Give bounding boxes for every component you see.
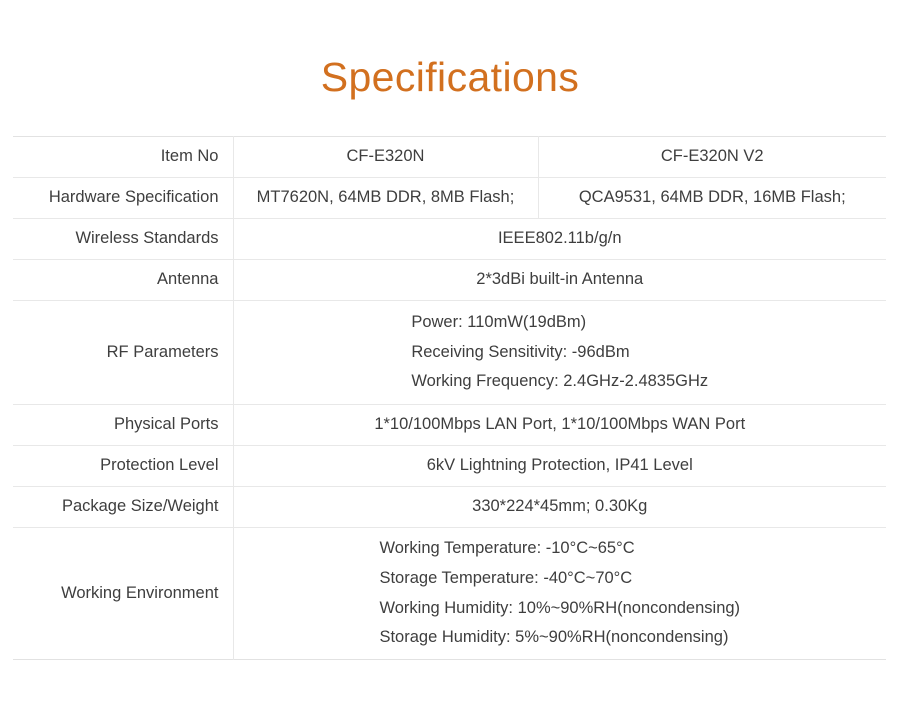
table-row: RF Parameters Power: 110mW(19dBm) Receiv… [13, 300, 886, 405]
row-label-working-environment: Working Environment [13, 527, 234, 660]
table-row: Hardware Specification MT7620N, 64MB DDR… [13, 177, 886, 219]
row-label-rf-parameters: RF Parameters [13, 300, 234, 405]
row-value-working-environment: Working Temperature: -10°C~65°C Storage … [233, 528, 886, 660]
row-label-wireless-standards: Wireless Standards [13, 218, 234, 260]
row-value-rf-parameters: Power: 110mW(19dBm) Receiving Sensitivit… [233, 300, 886, 405]
rf-parameters-line: Receiving Sensitivity: -96dBm [411, 342, 630, 361]
row-value-item-no-v1: CF-E320N [233, 136, 539, 178]
specifications-table-body: Item No CF-E320N CF-E320N V2 Hardware Sp… [13, 136, 886, 660]
table-row: Package Size/Weight 330*224*45mm; 0.30Kg [13, 486, 886, 528]
row-value-hardware-specification-v1: MT7620N, 64MB DDR, 8MB Flash; [233, 177, 539, 219]
rf-parameters-line: Power: 110mW(19dBm) [411, 312, 587, 331]
working-environment-line: Working Humidity: 10%~90%RH(noncondensin… [379, 598, 741, 617]
rf-parameters-lines: Power: 110mW(19dBm) Receiving Sensitivit… [411, 308, 708, 398]
specifications-table-container: Item No CF-E320N CF-E320N V2 Hardware Sp… [13, 136, 886, 660]
row-value-hardware-specification-v2: QCA9531, 64MB DDR, 16MB Flash; [538, 177, 886, 219]
table-row: Wireless Standards IEEE802.11b/g/n [13, 218, 886, 260]
row-value-physical-ports: 1*10/100Mbps LAN Port, 1*10/100Mbps WAN … [233, 404, 886, 446]
page-title: Specifications [320, 54, 580, 101]
specifications-table: Item No CF-E320N CF-E320N V2 Hardware Sp… [13, 136, 886, 660]
table-row: Working Environment Working Temperature:… [13, 527, 886, 660]
rf-parameters-line: Working Frequency: 2.4GHz-2.4835GHz [411, 372, 709, 391]
working-environment-line: Working Temperature: -10°C~65°C [379, 538, 635, 557]
working-environment-lines: Working Temperature: -10°C~65°C Storage … [379, 534, 740, 653]
row-label-antenna: Antenna [13, 259, 234, 301]
row-value-wireless-standards: IEEE802.11b/g/n [233, 218, 886, 260]
row-label-protection-level: Protection Level [13, 445, 234, 487]
table-row: Item No CF-E320N CF-E320N V2 [13, 136, 886, 178]
title-bar: Specifications [0, 0, 900, 138]
row-value-protection-level: 6kV Lightning Protection, IP41 Level [233, 445, 886, 487]
table-row: Antenna 2*3dBi built-in Antenna [13, 259, 886, 301]
row-value-item-no-v2: CF-E320N V2 [538, 136, 886, 178]
table-row: Protection Level 6kV Lightning Protectio… [13, 445, 886, 487]
working-environment-line: Storage Temperature: -40°C~70°C [379, 568, 633, 587]
specifications-page: Specifications Item No CF-E320N CF-E320N… [0, 0, 900, 702]
row-label-item-no: Item No [13, 136, 234, 178]
row-label-hardware-specification: Hardware Specification [13, 177, 234, 219]
row-value-antenna: 2*3dBi built-in Antenna [233, 259, 886, 301]
row-label-package-size-weight: Package Size/Weight [13, 486, 234, 528]
row-value-package-size-weight: 330*224*45mm; 0.30Kg [233, 486, 886, 528]
table-row: Physical Ports 1*10/100Mbps LAN Port, 1*… [13, 404, 886, 446]
row-label-physical-ports: Physical Ports [13, 404, 234, 446]
working-environment-line: Storage Humidity: 5%~90%RH(noncondensing… [379, 628, 729, 647]
